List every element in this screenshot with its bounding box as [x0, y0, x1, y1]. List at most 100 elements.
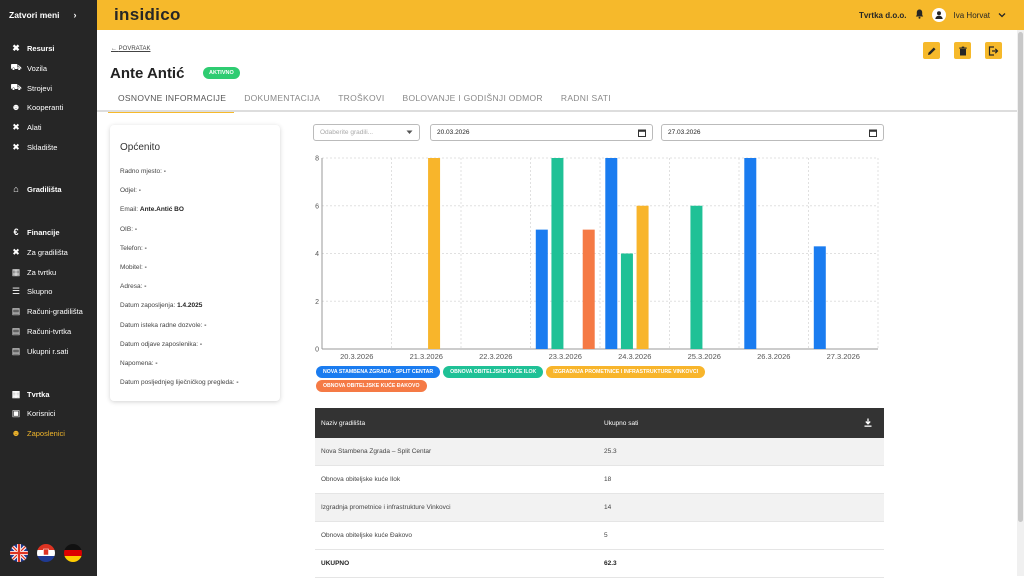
- close-menu-label: Zatvori meni: [9, 10, 60, 20]
- main-content: ← POVRATAK Ante Antić AKTIVNO OSNOVNE IN…: [97, 30, 1017, 578]
- germany-flag-icon[interactable]: [64, 544, 82, 562]
- info-field-label: Email:: [120, 206, 139, 214]
- sidebar-item-za-tvrtku[interactable]: ▦ Za tvrtku: [11, 267, 56, 277]
- info-field: Adresa: -: [120, 283, 146, 290]
- site-select-placeholder: Odaberite gradili...: [320, 129, 374, 136]
- info-field-value: -: [144, 283, 147, 291]
- sidebar-item-zaposlenici[interactable]: ☻ Zaposlenici: [11, 428, 65, 438]
- cell-hours: 14: [604, 504, 612, 511]
- sidebar-item-kooperanti[interactable]: ☻ Kooperanti: [11, 102, 63, 112]
- trash-icon: [958, 46, 967, 55]
- date-to-input[interactable]: 27.03.2026: [661, 124, 884, 141]
- info-field: Datum posljednjeg liječničkog pregleda: …: [120, 379, 239, 386]
- header-site-name: Naziv gradilišta: [321, 419, 366, 427]
- info-field-value: -: [134, 225, 137, 233]
- y-tick-label: 2: [315, 299, 319, 306]
- sidebar-item-label: Kooperanti: [27, 102, 64, 112]
- bar: [690, 205, 703, 349]
- tools-icon: ✖: [12, 121, 20, 132]
- legend-item[interactable]: OBNOVA OBITELJSKE KUĆE ILOK: [443, 366, 544, 378]
- delete-button[interactable]: [954, 42, 971, 59]
- close-menu-button[interactable]: Zatvori meni ›: [0, 0, 97, 30]
- info-field-value: -: [138, 187, 141, 195]
- table-row: Nova Stambena Zgrada – Split Centar 25.3: [315, 438, 884, 466]
- sidebar-item-korisnici[interactable]: ▣ Korisnici: [11, 407, 56, 418]
- cell-hours: 25.3: [604, 448, 617, 455]
- croatia-flag-icon[interactable]: [37, 544, 55, 562]
- info-field-label: Napomena:: [120, 360, 154, 367]
- filter-icon: ☰: [11, 285, 21, 296]
- bell-icon[interactable]: [915, 9, 924, 21]
- info-field-value: -: [163, 168, 166, 175]
- info-field-label: Odjel:: [120, 187, 137, 195]
- sidebar-item-alati[interactable]: ✖ Alati: [11, 121, 41, 132]
- cell-site-name: Izgradnja prometnice i infrastrukture Vi…: [321, 504, 451, 511]
- sidebar-item-tvrtka[interactable]: ▦ Tvrtka: [11, 389, 50, 399]
- site-select[interactable]: Odaberite gradili...: [313, 124, 420, 141]
- company-name[interactable]: Tvrtka d.o.o.: [859, 11, 907, 20]
- sidebar-item-label: Korisnici: [27, 408, 56, 418]
- legend-item[interactable]: NOVA STAMBENA ZGRADA - SPLIT CENTAR: [316, 366, 441, 378]
- back-link[interactable]: ← POVRATAK: [111, 46, 150, 52]
- x-tick-label: 23.3.2026: [549, 352, 582, 361]
- building-icon: ⌂: [13, 184, 19, 194]
- scrollbar-thumb[interactable]: [1018, 32, 1023, 522]
- info-field-label: Datum zaposljenja:: [120, 302, 176, 310]
- x-tick-label: 27.3.2026: [827, 352, 860, 361]
- topbar: insidico Tvrtka d.o.o. Iva Horvat: [97, 0, 1024, 30]
- date-from-input[interactable]: 20.03.2026: [430, 124, 653, 141]
- user-avatar-icon[interactable]: [931, 8, 946, 22]
- info-field: Email: Ante.Antić BO: [120, 206, 184, 213]
- sidebar-item-za-gradili-ta[interactable]: ✖ Za gradilišta: [11, 247, 68, 257]
- total-value: 62.3: [604, 560, 617, 567]
- bar: [744, 158, 757, 349]
- info-field: Odjel: -: [120, 187, 141, 194]
- sidebar-item-ra-uni-tvrtka[interactable]: ▤ Računi-tvrtka: [11, 326, 71, 336]
- logo: insidico: [114, 5, 181, 24]
- sidebar-item-vozila[interactable]: ⛟ Vozila: [10, 62, 47, 73]
- sidebar-item-ukupni-r-sati[interactable]: ▤ Ukupni r.sati: [11, 346, 69, 356]
- info-field-value: -: [144, 244, 147, 252]
- bar: [582, 229, 595, 349]
- bar: [551, 158, 564, 349]
- cell-hours: 18: [604, 476, 612, 483]
- sidebar-item-label: Financije: [27, 227, 60, 237]
- exit-icon: [988, 45, 999, 56]
- sidebar-item-resursi[interactable]: ✖ Resursi: [11, 43, 54, 53]
- euro-icon: €: [13, 227, 19, 237]
- uk-flag-icon[interactable]: [10, 544, 28, 562]
- sidebar-item-label: Skupno: [27, 286, 53, 296]
- date-from-value: 20.03.2026: [437, 129, 470, 136]
- header-total-hours: Ukupno sati: [604, 419, 639, 427]
- y-tick-label: 0: [315, 347, 319, 354]
- sidebar-item-label: Za gradilišta: [27, 247, 68, 257]
- sidebar-item-skladi-te[interactable]: ✖ Skladište: [11, 142, 57, 152]
- tools-icon: ✖: [12, 141, 20, 152]
- sidebar-item-skupno[interactable]: ☰ Skupno: [11, 286, 52, 296]
- edit-button[interactable]: [923, 42, 940, 59]
- chevron-down-icon[interactable]: [998, 11, 1006, 20]
- id-card-icon: ▣: [11, 407, 21, 418]
- sidebar-item-financije[interactable]: € Financije: [11, 227, 60, 237]
- info-field-label: Datum isteka radne dozvole:: [120, 321, 203, 329]
- cell-hours: 5: [604, 532, 608, 539]
- tab-divider: [97, 110, 1017, 112]
- sidebar-item-strojevi[interactable]: ⛟ Strojevi: [10, 82, 52, 93]
- page-scrollbar[interactable]: [1017, 30, 1024, 576]
- download-icon[interactable]: [864, 418, 872, 429]
- legend-item[interactable]: IZGRADNJA PROMETNICE I INFRASTRUKTURE VI…: [546, 366, 706, 378]
- sidebar-item-gradili-ta[interactable]: ⌂ Gradilišta: [11, 184, 62, 194]
- info-field-label: Adresa:: [120, 283, 143, 291]
- info-field-value: Ante.Antić BO: [139, 206, 184, 214]
- x-tick-label: 22.3.2026: [479, 352, 512, 361]
- info-field-label: Datum odjave zaposlenika:: [120, 340, 199, 348]
- deactivate-button[interactable]: [985, 42, 1002, 59]
- info-field: Radno mjesto: -: [120, 168, 166, 175]
- user-name[interactable]: Iva Horvat: [954, 11, 990, 20]
- sidebar-item-ra-uni-gradili-ta[interactable]: ▤ Računi-gradilišta: [11, 306, 83, 316]
- table-row: Obnova obiteljske kuće Đakovo 5: [315, 522, 884, 550]
- truck-icon: ⛟: [10, 82, 22, 92]
- table-total-row: UKUPNO 62.3: [315, 550, 884, 578]
- sidebar-item-label: Gradilišta: [27, 184, 62, 194]
- legend-item[interactable]: OBNOVA OBITELJSKE KUĆE ĐAKOVO: [316, 380, 427, 392]
